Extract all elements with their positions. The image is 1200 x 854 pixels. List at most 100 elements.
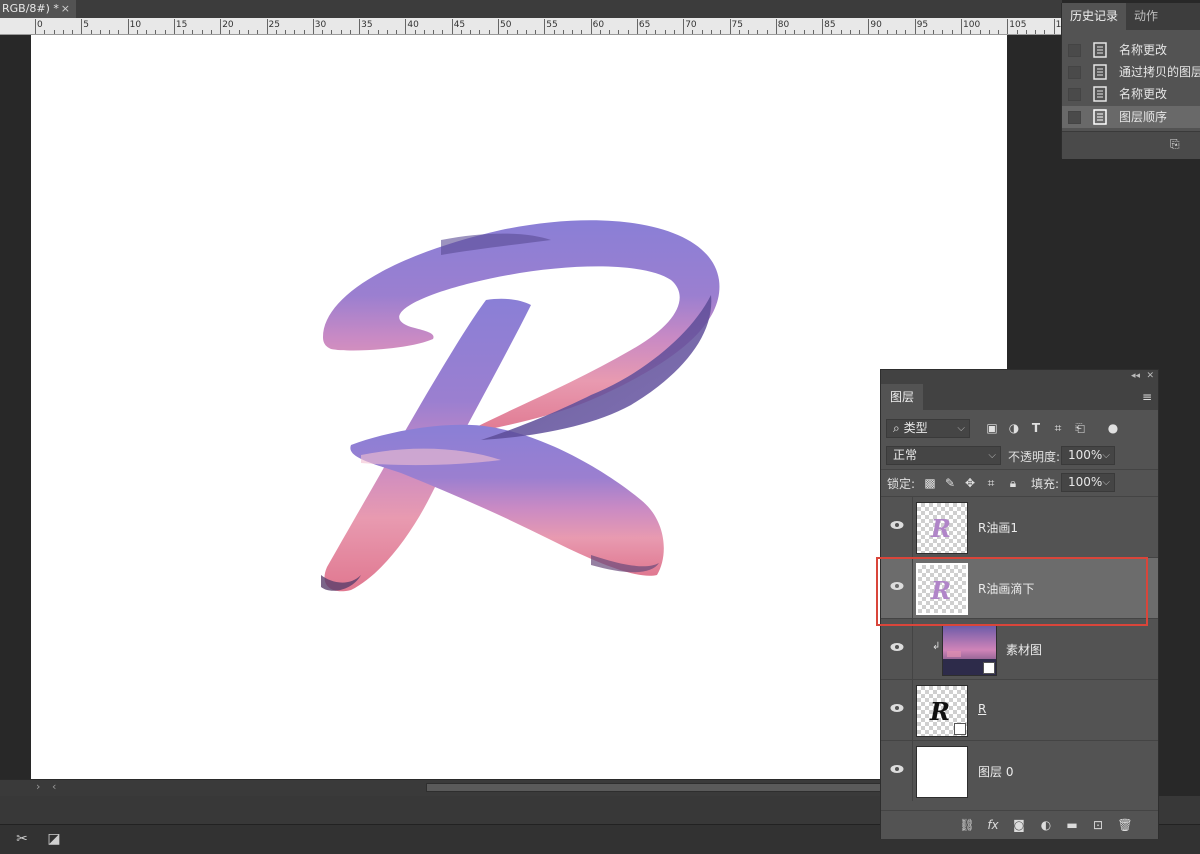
pixel-layer-filter-icon[interactable]: ▣	[984, 420, 1000, 436]
opacity-value: 100%	[1068, 448, 1103, 462]
history-item-selected[interactable]: 图层顺序	[1062, 106, 1200, 128]
history-item[interactable]: 通过拷贝的图层	[1062, 61, 1200, 83]
visibility-eye-icon[interactable]	[890, 764, 904, 774]
quick-mask-icon[interactable]: ◪	[44, 831, 64, 849]
history-item[interactable]: 名称更改	[1062, 39, 1200, 61]
ruler-tick	[951, 30, 953, 34]
layer-row[interactable]: ↲ 素材图	[881, 618, 1158, 679]
svg-text:R: R	[930, 576, 951, 605]
ruler-tick	[44, 30, 46, 34]
blend-mode-value: 正常	[893, 448, 918, 462]
new-group-folder-icon[interactable]: ▬	[1064, 817, 1080, 833]
history-item[interactable]: 名称更改	[1062, 83, 1200, 105]
history-checkbox[interactable]	[1068, 111, 1081, 124]
prevent-auto-nesting-icon[interactable]: ⌗	[983, 475, 999, 491]
document-canvas[interactable]	[31, 35, 1007, 779]
layer-row[interactable]: R R	[881, 679, 1158, 740]
link-layers-icon[interactable]: ⛓	[959, 817, 975, 833]
layer-style-fx-icon[interactable]: fx	[985, 817, 1001, 833]
lock-transparent-pixels-icon[interactable]: ▩	[922, 475, 938, 491]
lock-all-icon[interactable]: 🔒︎	[1005, 475, 1021, 491]
ruler-tick	[710, 30, 712, 34]
layer-thumbnail[interactable]	[942, 624, 997, 676]
layer-thumbnail[interactable]: R	[916, 502, 968, 554]
layer-thumbnail[interactable]: R	[916, 685, 968, 737]
close-panel-icon[interactable]: ✕	[1146, 371, 1154, 381]
layer-thumbnail[interactable]	[916, 746, 968, 798]
ruler-label: 0	[37, 20, 43, 30]
ruler-tick	[896, 30, 898, 34]
new-layer-icon[interactable]: ⊡	[1090, 817, 1106, 833]
ruler-tick	[840, 30, 842, 34]
adjustment-layer-filter-icon[interactable]: ◑	[1006, 420, 1022, 436]
layer-row[interactable]: 图层 0	[881, 740, 1158, 802]
ruler-tick	[451, 19, 453, 34]
ruler-tick	[544, 19, 546, 34]
ruler-label: 85	[824, 20, 836, 30]
lock-image-pixels-icon[interactable]: ✎	[942, 475, 958, 491]
document-tab-title: RGB/8#) *	[2, 2, 59, 15]
opacity-input[interactable]: 100% ⌵	[1061, 446, 1115, 465]
visibility-eye-icon[interactable]	[890, 703, 904, 713]
ruler-tick	[396, 30, 398, 34]
ruler-tick	[498, 19, 499, 34]
ruler-tick	[507, 30, 509, 34]
visibility-eye-icon[interactable]	[890, 642, 904, 652]
scroll-left-icon[interactable]: ‹	[52, 780, 56, 793]
history-checkbox[interactable]	[1068, 66, 1081, 79]
history-checkbox[interactable]	[1068, 44, 1081, 57]
ruler-tick	[998, 30, 1000, 34]
ruler-tick	[562, 30, 564, 34]
chevron-down-icon: ⌵	[988, 450, 996, 461]
tab-layers[interactable]: 图层	[881, 384, 923, 410]
visibility-eye-icon[interactable]	[890, 581, 904, 591]
lock-position-icon[interactable]: ✥	[962, 475, 978, 491]
scrollbar-thumb[interactable]	[426, 783, 886, 792]
ruler-tick	[683, 19, 685, 34]
ruler-label: 80	[777, 20, 790, 30]
filter-toggle-icon[interactable]: ●	[1105, 420, 1121, 436]
ruler-tick	[488, 30, 490, 34]
layer-thumbnail[interactable]: R	[916, 563, 968, 615]
new-document-from-state-icon[interactable]: ⎘	[1170, 137, 1188, 153]
layer-row-selected[interactable]: R R油画滴下	[881, 557, 1158, 618]
close-tab-icon[interactable]: ×	[61, 0, 70, 18]
type-layer-filter-icon[interactable]: T	[1028, 420, 1044, 436]
panel-header: ◂◂ ✕	[881, 370, 1158, 384]
ruler-tick	[266, 19, 268, 34]
ruler-tick	[247, 30, 249, 34]
collapse-panel-icon[interactable]: ◂◂	[1131, 371, 1140, 381]
shape-layer-filter-icon[interactable]: ⌗	[1050, 420, 1066, 436]
ruler-tick	[146, 30, 148, 34]
layer-row[interactable]: R R油画1	[881, 496, 1158, 557]
clipping-mask-icon: ↲	[932, 641, 941, 652]
visibility-eye-icon[interactable]	[890, 520, 904, 530]
smart-object-filter-icon[interactable]: ⎗	[1072, 420, 1088, 436]
adjustment-layer-icon[interactable]: ◐	[1038, 817, 1054, 833]
layers-bottom-bar: ⛓ fx ◙ ◐ ▬ ⊡ 🗑︎	[881, 810, 1158, 839]
layer-filter-row: ⌕ 类型 ⌵ ▣ ◑ T ⌗ ⎗ ●	[881, 415, 1158, 441]
fill-input[interactable]: 100% ⌵	[1061, 473, 1115, 492]
ruler-tick	[460, 30, 462, 34]
fill-label: 填充:	[1031, 477, 1060, 491]
history-checkbox[interactable]	[1068, 88, 1081, 101]
tab-actions[interactable]: 动作	[1134, 3, 1184, 30]
ruler-tick	[423, 30, 425, 34]
blend-mode-dropdown[interactable]: 正常 ⌵	[886, 446, 1001, 465]
ruler-tick	[646, 30, 648, 34]
letter-r-artwork	[321, 220, 720, 592]
tab-strip	[76, 0, 1062, 18]
add-mask-icon[interactable]: ◙	[1011, 817, 1027, 833]
filter-kind-value: 类型	[903, 421, 928, 435]
delete-layer-trash-icon[interactable]: 🗑︎	[1117, 817, 1133, 833]
lock-label: 锁定:	[887, 477, 916, 491]
filter-kind-dropdown[interactable]: ⌕ 类型 ⌵	[886, 419, 970, 438]
ruler-tick	[340, 30, 342, 34]
ruler-tick	[812, 30, 814, 34]
tab-history[interactable]: 历史记录	[1062, 3, 1126, 30]
scroll-right-icon[interactable]: ›	[36, 780, 40, 793]
ruler-tick	[229, 30, 231, 34]
document-tab[interactable]: RGB/8#) * ×	[0, 0, 76, 18]
scissors-icon[interactable]: ✂	[12, 831, 32, 849]
panel-menu-icon[interactable]: ≡	[1142, 390, 1152, 404]
